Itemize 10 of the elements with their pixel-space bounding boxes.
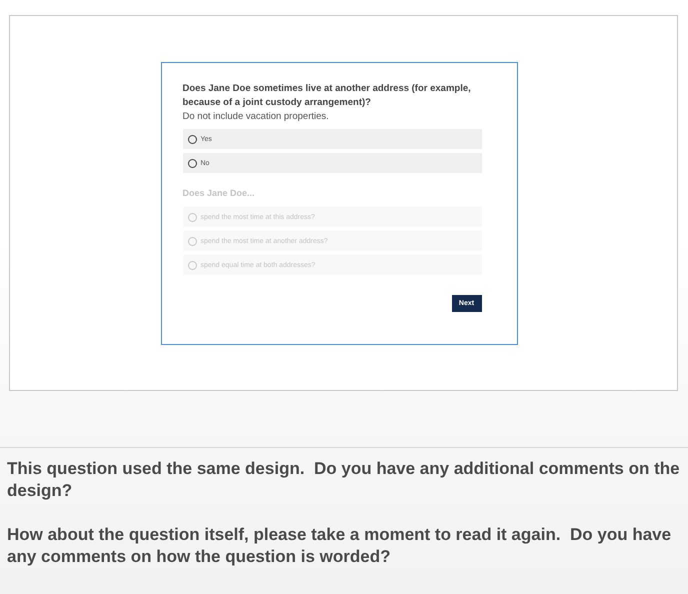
radio-icon: [188, 236, 196, 246]
question-text: Does Jane Doe sometimes live at another address (for example, because of a joint custody arrangement)?: [182, 82, 472, 110]
radio-icon: [188, 134, 196, 144]
radio-icon: [188, 212, 196, 222]
hint-text: Do not include vacation properties.: [182, 110, 330, 123]
radio-icon: [188, 158, 196, 168]
radio-icon: [188, 260, 196, 270]
comment-prompt: How about the question itself, please take a moment to read it again. Do you have any comments on how the question is worded?: [7, 524, 672, 568]
followup-question: Does Jane Doe...: [182, 188, 256, 198]
comment-prompt: This question used the same design. Do you have any additional comments on the design?: [7, 458, 680, 502]
